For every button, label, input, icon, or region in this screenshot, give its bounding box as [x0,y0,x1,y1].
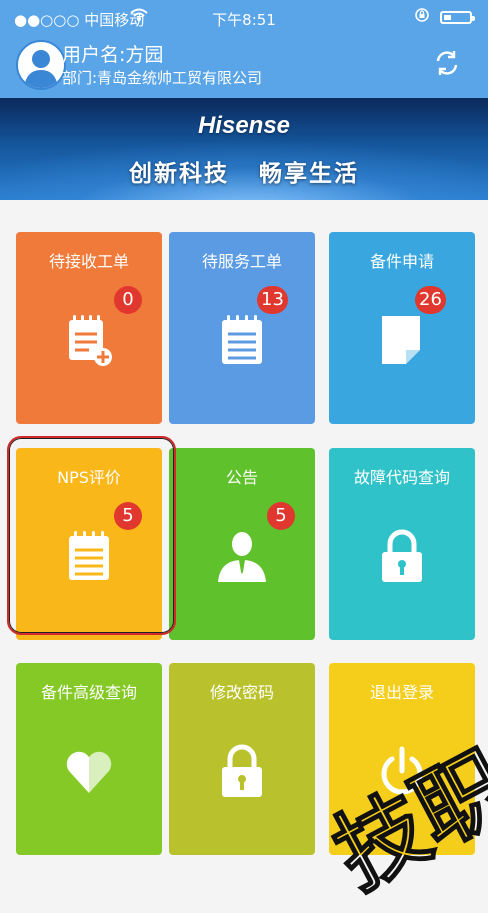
tile-label: 待接收工单 [48,252,129,271]
tile-label: 修改密码 [209,683,274,702]
selection-highlight [7,436,176,635]
count-badge: 5 [267,502,295,530]
count-badge: 26 [415,286,446,314]
tile-pending-receive[interactable]: 待接收工单 [16,232,162,424]
rotation-lock-icon [414,7,430,27]
notepad-add-icon [63,312,115,368]
person-icon [216,528,268,584]
document-icon [376,312,428,368]
refresh-icon [436,51,458,75]
heart-icon [63,743,115,799]
tile-parts-request[interactable]: 备件申请 [329,232,475,424]
count-badge: 0 [114,286,142,314]
tile-parts-advanced-query[interactable]: 备件高级查询 [16,663,162,855]
refresh-button[interactable] [432,48,462,78]
avatar[interactable] [16,40,66,90]
status-bar: ●●○○○ 中国移动 下午8:51 [0,0,488,34]
tile-label: 备件高级查询 [40,683,137,702]
notepad-icon [216,312,268,368]
user-silhouette-icon [24,50,58,88]
tile-label: 公告 [225,468,258,487]
user-department: 部门:青岛金统帅工贸有限公司 [62,69,263,87]
tile-label: 故障代码查询 [353,468,450,487]
app-header: ●●○○○ 中国移动 下午8:51 用户名:方园 部门:青岛金统帅工贸有限公司 [0,0,488,98]
user-name: 用户名:方园 [62,44,164,66]
tile-label: 待服务工单 [201,252,282,271]
battery-icon [440,10,475,24]
tile-label: 退出登录 [369,683,434,702]
lock-icon [376,528,428,584]
tile-pending-service[interactable]: 待服务工单 [169,232,315,424]
tile-label: 备件申请 [369,252,434,271]
tile-change-password[interactable]: 修改密码 [169,663,315,855]
count-badge: 13 [257,286,288,314]
brand-logo: Hisense [197,112,291,139]
status-right [414,7,475,27]
lock-icon [216,743,268,799]
tile-announcement[interactable]: 公告 [169,448,315,640]
brand-slogan: 创新科技 畅享生活 [128,161,359,187]
tile-fault-code-query[interactable]: 故障代码查询 [329,448,475,640]
